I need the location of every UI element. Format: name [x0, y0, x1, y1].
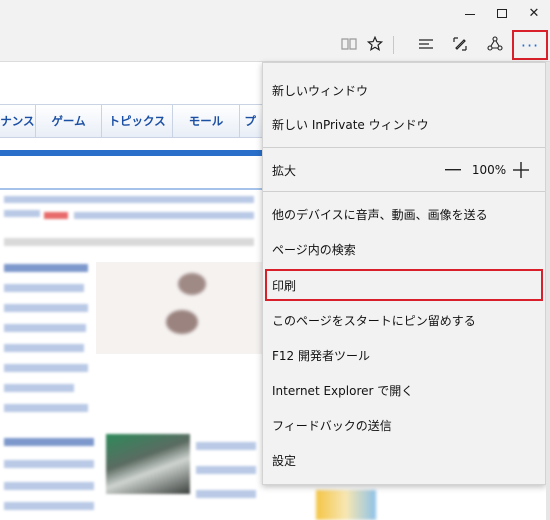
- site-header-bar: [0, 150, 262, 156]
- more-actions-menu: 新しいウィンドウ 新しい InPrivate ウィンドウ 拡大 100% 他のデ…: [262, 62, 546, 485]
- more-icon: ···: [520, 35, 540, 55]
- blurred-text: [4, 460, 94, 468]
- nav-tab[interactable]: ゲーム: [35, 104, 103, 138]
- divider: [0, 188, 262, 190]
- menu-separator: [263, 191, 545, 192]
- article-image: [106, 434, 190, 494]
- page-scrollbar[interactable]: [546, 62, 550, 520]
- blurred-text: [4, 210, 40, 217]
- share-icon[interactable]: [482, 32, 508, 56]
- blurred-text: [4, 264, 88, 272]
- blurred-text: [4, 384, 74, 392]
- menu-item-zoom: 拡大 100%: [263, 155, 545, 185]
- toolbar-separator: [393, 36, 394, 54]
- print-highlight-box: [265, 269, 543, 301]
- blurred-text: [196, 490, 256, 498]
- blurred-text: [196, 442, 256, 450]
- menu-item-cast-media[interactable]: 他のデバイスに音声、動画、画像を送る: [263, 199, 545, 229]
- minimize-button[interactable]: [454, 0, 486, 26]
- menu-item-settings[interactable]: 設定: [263, 445, 545, 475]
- nav-tab[interactable]: モール: [172, 104, 241, 138]
- menu-separator: [263, 147, 545, 148]
- blurred-text: [4, 364, 88, 372]
- menu-item-find-on-page[interactable]: ページ内の検索: [263, 234, 545, 264]
- menu-item-open-internet-explorer[interactable]: Internet Explorer で開く: [263, 375, 545, 405]
- article-image: [96, 262, 262, 354]
- menu-item-send-feedback[interactable]: フィードバックの送信: [263, 410, 545, 440]
- blurred-text: [4, 344, 84, 352]
- blurred-text: [4, 482, 94, 490]
- zoom-level: 100%: [471, 163, 507, 177]
- close-button[interactable]: ✕: [518, 0, 550, 26]
- blurred-text: [4, 404, 88, 412]
- more-actions-button[interactable]: ···: [512, 30, 548, 60]
- blurred-text: [4, 324, 86, 332]
- article-image: [316, 490, 376, 520]
- hub-icon[interactable]: [413, 32, 439, 56]
- minus-icon: [445, 169, 461, 171]
- nav-tab[interactable]: ナンス: [0, 104, 36, 138]
- blurred-text: [74, 212, 254, 219]
- address-bar[interactable]: [0, 30, 330, 58]
- menu-item-pin-to-start[interactable]: このページをスタートにピン留めする: [263, 305, 545, 335]
- blurred-text: [4, 284, 84, 292]
- menu-item-new-window[interactable]: 新しいウィンドウ: [263, 75, 545, 105]
- zoom-in-button[interactable]: [509, 155, 533, 185]
- title-bar: ✕: [0, 0, 550, 26]
- minimize-icon: [465, 13, 475, 15]
- blurred-text: [4, 502, 94, 510]
- maximize-icon: [497, 8, 507, 18]
- blurred-text: [196, 466, 256, 474]
- menu-item-developer-tools[interactable]: F12 開発者ツール: [263, 340, 545, 370]
- blurred-text: [4, 304, 88, 312]
- reading-view-icon[interactable]: [336, 32, 362, 56]
- zoom-out-button[interactable]: [441, 155, 465, 185]
- blurred-text: [44, 212, 68, 219]
- browser-toolbar: ···: [0, 26, 550, 62]
- favorite-star-icon[interactable]: [362, 32, 388, 56]
- plus-icon: [513, 162, 529, 178]
- close-icon: ✕: [528, 5, 540, 21]
- maximize-button[interactable]: [486, 0, 518, 26]
- web-note-icon[interactable]: [447, 32, 473, 56]
- menu-item-new-inprivate-window[interactable]: 新しい InPrivate ウィンドウ: [263, 109, 545, 139]
- blurred-text: [4, 196, 254, 203]
- blurred-text: [4, 238, 254, 246]
- nav-tab[interactable]: トピックス: [102, 104, 173, 138]
- zoom-label: 拡大: [272, 163, 297, 178]
- blurred-text: [4, 438, 94, 446]
- site-nav: ナンス ゲーム トピックス モール プ: [0, 104, 290, 138]
